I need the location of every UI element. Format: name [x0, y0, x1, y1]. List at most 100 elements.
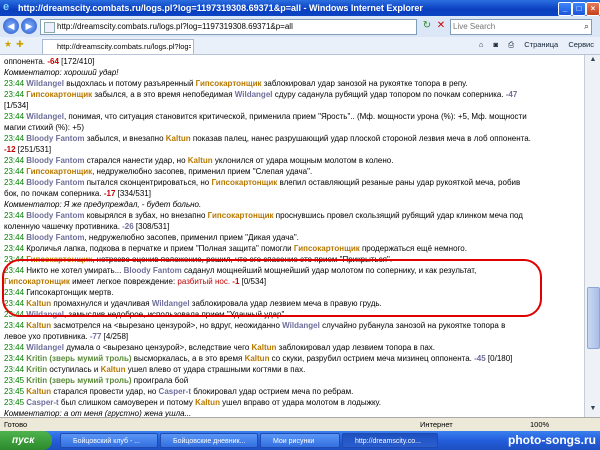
player-name[interactable]: Bloody Fantom	[26, 134, 84, 143]
vertical-scrollbar[interactable]: ▲ ▼	[584, 55, 600, 417]
scroll-down-icon[interactable]: ▼	[588, 405, 598, 415]
status-bar: Готово Интернет 100%	[0, 417, 600, 432]
player-name[interactable]: Wildangel	[26, 343, 64, 352]
window-titlebar: e http://dreamscity.combats.ru/logs.pl?l…	[0, 0, 600, 16]
player-name[interactable]: Гипсокартонщик	[26, 90, 92, 99]
page-menu[interactable]: Страница	[524, 40, 558, 49]
player-name[interactable]: Kaltun	[166, 134, 191, 143]
player-name[interactable]: Гипсокартонщик	[196, 79, 262, 88]
player-name[interactable]: Wildangel	[282, 321, 320, 330]
log-line: Комментатор: а от меня (грустно) жена уш…	[4, 408, 191, 417]
player-name[interactable]: -77	[90, 332, 102, 341]
log-line: 23:44 Bloody Fantom пытался сконцентриро…	[4, 177, 520, 188]
back-button[interactable]: ◀	[3, 18, 19, 34]
player-name[interactable]: Kaltun	[101, 365, 126, 374]
taskbar: пуск Бойцовский клуб - ... Бойцовские дн…	[0, 431, 600, 450]
stop-icon[interactable]: ✕	[434, 19, 448, 33]
log-text: проиграла бой	[131, 376, 189, 385]
search-input[interactable]	[451, 20, 575, 32]
log-text: пытался сконцентрироваться, но	[84, 178, 212, 187]
player-name[interactable]: Bloody Fantom	[26, 156, 84, 165]
log-timestamp: 23:44	[4, 112, 27, 121]
player-name[interactable]: Kaltun	[26, 321, 51, 330]
player-name[interactable]: Kaltun	[188, 156, 213, 165]
battle-log: оппонента. -64 [172/410] Комментатор: хор…	[0, 55, 584, 417]
log-line: левое ухо противника. -77 [4/258]	[4, 331, 128, 342]
player-name[interactable]: Kritin	[26, 365, 47, 374]
player-name[interactable]: Bloody Fantom	[26, 178, 84, 187]
taskbar-item[interactable]: Бойцовский клуб - ...	[60, 433, 158, 448]
player-name[interactable]: Kritin (зверь мумий троль)	[26, 354, 131, 363]
player-name[interactable]: Гипсокартонщик	[294, 244, 360, 253]
player-name[interactable]: Wildangel	[235, 90, 273, 99]
player-name[interactable]: Гипсокартонщик	[26, 167, 92, 176]
log-line: 23:44 Bloody Fantom, недружелюбно засопе…	[4, 232, 299, 243]
player-name[interactable]: Kaltun	[245, 354, 270, 363]
log-line: 23:44 Kritin оступилась и Kaltun ушел вл…	[4, 364, 305, 375]
player-name[interactable]: Kaltun	[26, 387, 51, 396]
player-name[interactable]: Kaltun	[252, 343, 277, 352]
forward-button[interactable]: ▶	[21, 18, 37, 34]
log-text: ковырялся в зубах, но внезапно	[84, 211, 208, 220]
address-text[interactable]: http://dreamscity.combats.ru/logs.pl?log…	[57, 22, 293, 31]
home-icon[interactable]: ⌂	[479, 40, 484, 49]
zoom-level[interactable]: 100%	[530, 420, 549, 429]
search-box[interactable]: ⌕	[450, 19, 592, 35]
player-name[interactable]: Kritin (зверь мумий троль)	[26, 376, 131, 385]
log-text: думала о <вырезано цензурой>, вследствие…	[63, 343, 252, 352]
log-line: 23:45 Kritin (зверь мумий троль) проигра…	[4, 375, 188, 386]
feeds-icon[interactable]: ◙	[494, 40, 499, 49]
log-timestamp: 23:44	[4, 156, 27, 165]
log-line: 23:44 Wildangel, понимая, что ситуация с…	[4, 111, 527, 122]
maximize-button[interactable]: □	[572, 2, 586, 16]
log-text: ушел вправо от удара молотом в лодыжку.	[219, 398, 381, 407]
log-timestamp: 23:44	[4, 321, 27, 330]
address-bar[interactable]: http://dreamscity.combats.ru/logs.pl?log…	[40, 19, 417, 35]
log-text: магии стихий (%): +5)	[4, 123, 84, 132]
tab-current[interactable]: http://dreamscity.combats.ru/logs.pl?log…	[42, 39, 194, 54]
log-timestamp: 23:44	[4, 134, 27, 143]
service-menu[interactable]: Сервис	[568, 40, 594, 49]
log-text: выдохлась и потому разъяренный	[63, 79, 196, 88]
player-name[interactable]: Гипсокартонщик	[208, 211, 274, 220]
page-icon	[44, 22, 55, 33]
scroll-thumb[interactable]	[587, 287, 600, 349]
navigation-bar: ◀ ▶ http://dreamscity.combats.ru/logs.pl…	[0, 16, 600, 38]
player-name[interactable]: Casper-t	[159, 387, 191, 396]
player-name[interactable]: -47	[506, 90, 518, 99]
close-button[interactable]: ×	[586, 2, 600, 16]
refresh-icon[interactable]: ↻	[420, 19, 434, 33]
log-timestamp: 23:44	[4, 90, 27, 99]
favorites-icon[interactable]: ★✚	[4, 39, 28, 50]
taskbar-item[interactable]: Бойцовские дневник...	[160, 433, 258, 448]
log-line: 23:44 Kaltun засмотрелся на <вырезано це…	[4, 320, 505, 331]
log-line: 23:44 Кроличья лапка, подкова в перчатке…	[4, 243, 467, 254]
player-name[interactable]: Kaltun	[195, 398, 220, 407]
watermark: photo-songs.ru	[508, 433, 596, 447]
log-text: бок, по почкам соперника.	[4, 189, 104, 198]
tab-label: http://dreamscity.combats.ru/logs.pl?log…	[57, 42, 191, 51]
start-button[interactable]: пуск	[0, 431, 52, 450]
log-text: случайно рубанула занозой на рукоятке то…	[319, 321, 506, 330]
player-name[interactable]: -26	[122, 222, 134, 231]
player-name[interactable]: Casper-t	[26, 398, 58, 407]
tab-bar: ★✚ http://dreamscity.combats.ru/logs.pl?…	[0, 37, 600, 55]
minimize-button[interactable]: _	[558, 2, 572, 16]
print-icon[interactable]: ⎙	[508, 40, 514, 49]
window-title: http://dreamscity.combats.ru/logs.pl?log…	[18, 3, 423, 13]
player-name[interactable]: Bloody Fantom	[26, 233, 84, 242]
player-name[interactable]: Гипсокартонщик	[211, 178, 277, 187]
search-icon[interactable]: ⌕	[584, 21, 589, 32]
player-name[interactable]: Bloody Fantom	[26, 211, 84, 220]
player-name[interactable]: Wildangel	[26, 79, 64, 88]
player-name[interactable]: Wildangel	[26, 112, 64, 121]
status-text: Готово	[4, 420, 28, 429]
log-text: оппонента.	[4, 57, 48, 66]
taskbar-item[interactable]: Мои рисунки	[260, 433, 340, 448]
log-text: [4/258]	[101, 332, 129, 341]
log-text: был слишком самоуверен и потому	[58, 398, 196, 407]
log-timestamp: 23:44	[4, 365, 27, 374]
player-name[interactable]: -45	[474, 354, 486, 363]
scroll-up-icon[interactable]: ▲	[588, 56, 598, 66]
taskbar-item[interactable]: http://dreamscity.co...	[342, 433, 438, 448]
